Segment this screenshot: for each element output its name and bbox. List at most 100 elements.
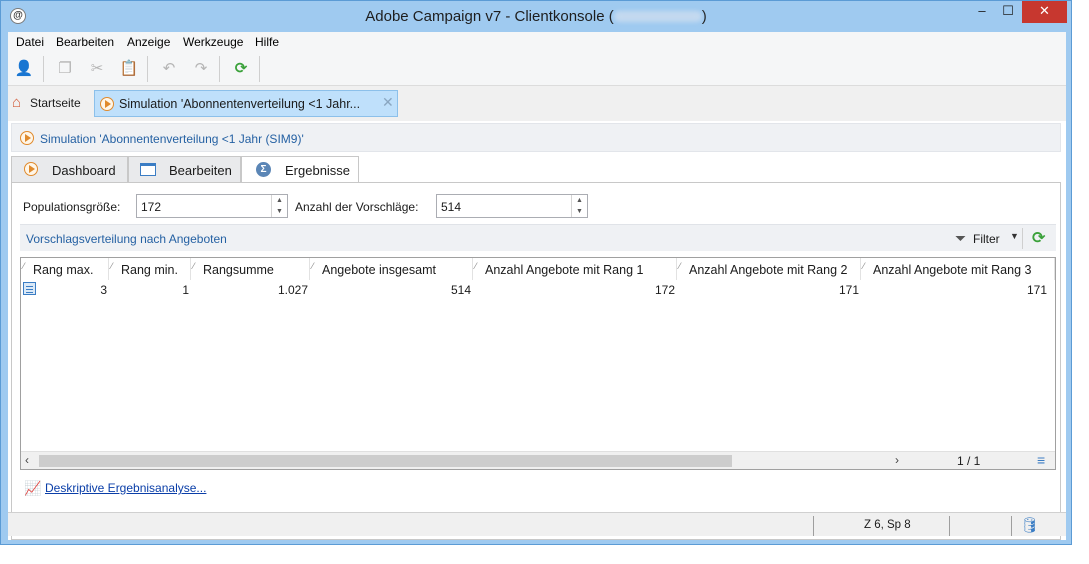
edit-window-icon	[140, 163, 156, 176]
column-header[interactable]: ⁄ Rang max.	[21, 258, 109, 280]
database-icon[interactable]: 🛢	[1020, 516, 1039, 534]
maximize-button[interactable]: ☐	[995, 1, 1021, 23]
tab-simulation-label: Simulation 'Abonnentenverteilung <1 Jahr…	[119, 97, 361, 111]
simulation-panel: Simulation 'Abonnentenverteilung <1 Jahr…	[8, 121, 1066, 540]
column-header[interactable]: ⁄ Anzahl Angebote mit Rang 1	[473, 258, 677, 280]
grid-header: Vorschlagsverteilung nach Angeboten ⏷ Fi…	[20, 224, 1056, 251]
new-user-icon[interactable]: 👤	[13, 58, 35, 80]
menu-bearbeiten[interactable]: Bearbeiten	[56, 35, 114, 49]
column-grip-icon: ⁄	[111, 261, 113, 271]
cell-rang-1: 172	[654, 283, 675, 297]
app-window: @ Adobe Campaign v7 - Clientkonsole () –…	[0, 0, 1072, 545]
column-header[interactable]: ⁄ Rang min.	[109, 258, 191, 280]
tab-ergebnisse-label: Ergebnisse	[285, 163, 351, 178]
toolbar-separator	[259, 56, 260, 82]
column-header[interactable]: ⁄ Rangsumme	[191, 258, 310, 280]
proposal-count-label: Anzahl der Vorschläge:	[295, 200, 419, 214]
chart-analysis-icon: 📈	[24, 480, 42, 496]
horizontal-scrollbar[interactable]: ‹ › 1 / 1 ≡	[21, 451, 1055, 469]
column-header-label: Rang min.	[121, 263, 178, 277]
panel-header-title: Simulation 'Abonnentenverteilung <1 Jahr…	[40, 132, 304, 146]
proposal-count-stepper[interactable]: 514 ▲ ▼	[436, 194, 588, 218]
column-grip-icon: ⁄	[193, 261, 195, 271]
spin-up-icon[interactable]: ▲	[272, 195, 287, 206]
column-grip-icon: ⁄	[475, 261, 477, 271]
status-separator	[813, 516, 814, 536]
spin-down-icon[interactable]: ▼	[272, 206, 287, 217]
column-header[interactable]: ⁄ Anzahl Angebote mit Rang 3	[861, 258, 1055, 280]
toolbar-separator	[43, 56, 44, 82]
population-size-stepper[interactable]: 172 ▲ ▼	[136, 194, 288, 218]
results-content: Populationsgröße: 172 ▲ ▼ Anzahl der Vor…	[11, 182, 1061, 540]
toolbar: 👤 ❐ ✂ 📋 ↶ ↷ ⟳	[8, 52, 1066, 86]
cell-rangsumme: 1.027	[277, 283, 308, 297]
grid-refresh-icon[interactable]: ⟳	[1032, 228, 1045, 248]
refresh-icon[interactable]: ⟳	[230, 58, 252, 80]
cell-rang-3: 171	[1026, 283, 1047, 297]
filter-icon[interactable]: ⏷	[955, 230, 966, 247]
table-row[interactable]: 3 1 1.027 514 172 171 171	[21, 280, 1055, 298]
paste-icon[interactable]: 📋	[118, 58, 140, 80]
list-menu-icon[interactable]: ≡	[1037, 452, 1045, 468]
sigma-icon: Σ	[256, 162, 271, 177]
spin-down-icon[interactable]: ▼	[572, 206, 587, 217]
column-header-label: Anzahl Angebote mit Rang 2	[689, 263, 848, 277]
redo-icon[interactable]: ↷	[190, 58, 212, 80]
filter-dropdown-icon[interactable]: ▼	[1010, 231, 1019, 241]
tab-dashboard-label: Dashboard	[52, 163, 116, 178]
dashboard-icon	[24, 162, 38, 176]
column-header[interactable]: ⁄ Angebote insgesamt	[310, 258, 473, 280]
menu-datei[interactable]: Datei	[16, 35, 44, 49]
spin-up-icon[interactable]: ▲	[572, 195, 587, 206]
close-tab-icon[interactable]: ✕	[382, 94, 394, 111]
column-header-label: Rang max.	[33, 263, 94, 277]
copy-icon[interactable]: ❐	[54, 58, 76, 80]
column-header-label: Anzahl Angebote mit Rang 3	[873, 263, 1032, 277]
tab-ergebnisse[interactable]: Σ Ergebnisse	[241, 156, 359, 183]
population-size-label: Populationsgröße:	[23, 200, 121, 214]
filter-button[interactable]: Filter	[973, 232, 1000, 246]
tab-dashboard[interactable]: Dashboard	[11, 156, 128, 182]
window-title-end: )	[701, 8, 707, 25]
blurred-username	[613, 11, 702, 22]
cursor-position: Z 6, Sp 8	[864, 519, 911, 531]
column-header[interactable]: ⁄ Anzahl Angebote mit Rang 2	[677, 258, 861, 280]
cell-rang-min: 1	[182, 283, 189, 297]
scroll-right-icon[interactable]: ›	[895, 453, 899, 467]
tab-startseite-label: Startseite	[30, 96, 81, 110]
menu-bar: Datei Bearbeiten Anzeige Werkzeuge Hilfe	[8, 32, 1066, 52]
descriptive-analysis-link[interactable]: Deskriptive Ergebnisanalyse...	[45, 481, 206, 495]
grid-header-separator	[1022, 228, 1023, 249]
title-bar[interactable]: @ Adobe Campaign v7 - Clientkonsole () –…	[1, 1, 1071, 32]
tab-bearbeiten[interactable]: Bearbeiten	[128, 156, 241, 182]
status-separator	[1011, 516, 1012, 536]
client-area: Datei Bearbeiten Anzeige Werkzeuge Hilfe…	[8, 32, 1066, 540]
home-icon: ⌂	[12, 94, 22, 111]
menu-hilfe[interactable]: Hilfe	[255, 35, 279, 49]
cut-icon[interactable]: ✂	[86, 58, 108, 80]
proposal-count-spin-buttons: ▲ ▼	[571, 195, 587, 217]
window-title-text: Adobe Campaign v7 - Clientkonsole (	[365, 8, 614, 25]
toolbar-separator	[219, 56, 220, 82]
undo-icon[interactable]: ↶	[158, 58, 180, 80]
menu-werkzeuge[interactable]: Werkzeuge	[183, 35, 243, 49]
cell-rang-2: 171	[838, 283, 859, 297]
minimize-button[interactable]: –	[969, 1, 995, 23]
column-grip-icon: ⁄	[23, 261, 25, 271]
column-grip-icon: ⁄	[863, 261, 865, 271]
simulation-icon	[20, 131, 34, 145]
close-window-button[interactable]: ✕	[1022, 1, 1067, 23]
scroll-left-icon[interactable]: ‹	[25, 453, 29, 467]
toolbar-separator	[147, 56, 148, 82]
scroll-thumb[interactable]	[39, 455, 732, 467]
proposal-count-value: 514	[441, 200, 462, 214]
tab-simulation[interactable]: Simulation 'Abonnentenverteilung <1 Jahr…	[94, 90, 398, 117]
pager-text: 1 / 1	[957, 454, 981, 468]
column-header-label: Rangsumme	[203, 263, 274, 277]
grid-title: Vorschlagsverteilung nach Angeboten	[26, 232, 227, 246]
column-header-label: Angebote insgesamt	[322, 263, 436, 277]
document-tabs: ⌂ Startseite Simulation 'Abonnentenverte…	[8, 88, 1066, 119]
column-grip-icon: ⁄	[679, 261, 681, 271]
window-title: Adobe Campaign v7 - Clientkonsole ()	[1, 8, 1071, 25]
menu-anzeige[interactable]: Anzeige	[127, 35, 170, 49]
